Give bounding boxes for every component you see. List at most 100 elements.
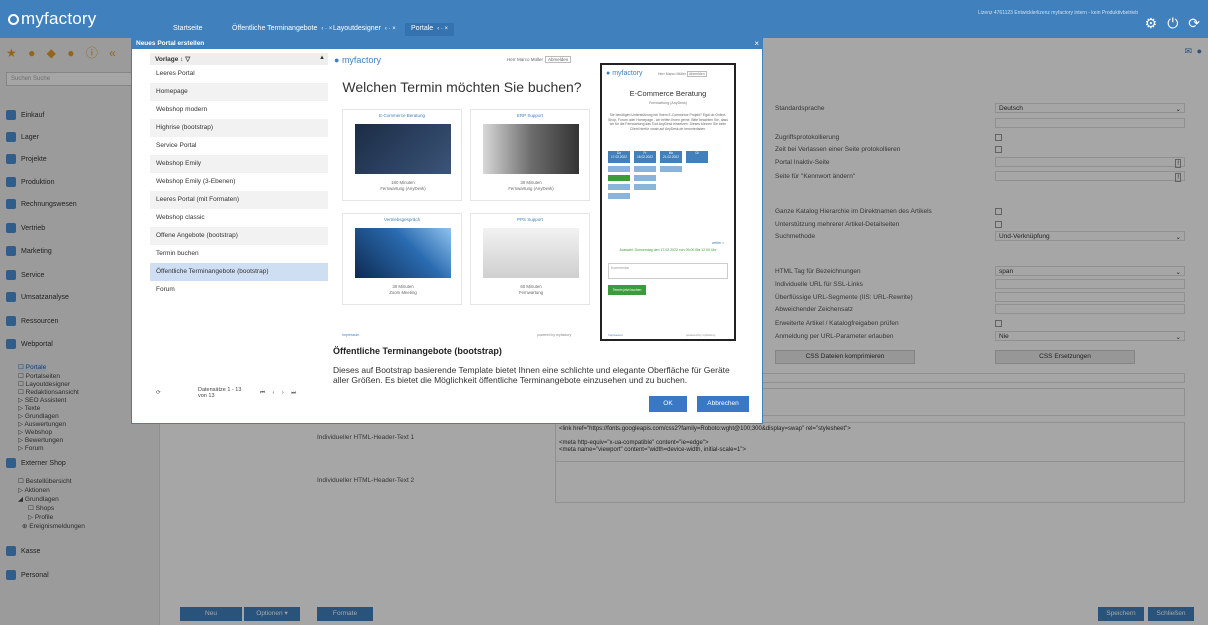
mobile-date: Fr 18.02.2022 [634,151,656,163]
column-header: Vorlage [155,56,179,63]
sort-icon[interactable]: ↕ [180,56,183,63]
new-portal-dialog: Neues Portal erstellen × Vorlage ↕ ▽ ▲ Le… [131,38,763,424]
mobile-title: E-Commerce Beratung [629,89,707,98]
template-row[interactable]: Offene Angebote (bootstrap) [150,227,328,245]
mobile-slot [608,184,630,190]
close-icon[interactable]: × [754,39,759,48]
card-desc: 30 Minuten Fernwartung (AnyDesk) [508,180,554,191]
tab-portale[interactable]: Portale ‹ · × [405,23,455,36]
preview-heading: Welchen Termin möchten Sie buchen? [342,79,582,95]
template-row[interactable]: Webshop modern [150,101,328,119]
tab-controls-icon[interactable]: ‹ · × [437,26,448,32]
card-image [355,124,451,174]
preview-footer-powered: powered by myfactory [537,333,572,337]
preview-logo: ● myfactory [334,55,381,65]
preview-logout: Abmelden [545,56,572,63]
dialog-title: Neues Portal erstellen [132,39,762,49]
tab-label: Portale [411,25,434,32]
mobile-footer-powered: powered by myfactory [686,333,716,337]
mobile-logout: Abmelden [687,71,707,77]
preview-card: ERP Support 30 Minuten Fernwartung (AnyD… [470,109,590,201]
mobile-comment: Kommentar [608,263,728,279]
power-icon[interactable]: ⏻ [1167,15,1178,31]
card-title: Vertriebsgespräch [383,217,421,222]
template-list-header[interactable]: Vorlage ↕ ▽ ▲ [150,53,328,65]
template-row[interactable]: Homepage [150,83,328,101]
card-image [355,228,451,278]
mobile-slot [634,184,656,190]
mobile-subtitle: Fernwartung (AnyDesk) [649,101,687,105]
card-title: E-Commerce Beratung [378,113,426,118]
tab-label: Startseite [173,25,203,32]
mobile-more-link: weiter > [712,241,725,245]
card-title: ERP Support [516,113,544,118]
template-description-title: Öffentliche Terminangebote (bootstrap) [333,346,502,356]
mobile-slot [660,166,682,172]
cancel-button[interactable]: Abbrechen [697,396,749,412]
mobile-text: Sie benötigen Unterstützung bei Ihrem E-… [608,113,728,131]
template-row[interactable]: Service Portal [150,137,328,155]
preview-mobile-frame: ● myfactory Herr Marco Müller Abmelden E… [600,63,736,341]
preview-card: PPS Support 60 Minuten Fernwartung [470,213,590,305]
template-row[interactable]: Webshop Emily (3-Ebenen) [150,173,328,191]
card-image [483,228,579,278]
template-row[interactable]: Webshop classic [150,209,328,227]
mobile-slot [608,166,630,172]
refresh-icon[interactable]: ⟳ [156,390,161,396]
mobile-book-button: Termin jetzt buchen [608,285,646,295]
list-pager: ⟳ Datensätze 1 - 13 von 13 ⏮ ‹ › ⏭ [150,385,328,405]
card-title: PPS Support [516,217,543,222]
tab-label: Layoutdesigner [333,25,381,32]
template-row[interactable]: Termin buchen [150,245,328,263]
tab-terminangebote[interactable]: Öffentliche Terminangebote ‹ · × [226,23,338,36]
scroll-up-icon[interactable]: ▲ [319,55,325,61]
preview-card: E-Commerce Beratung 180 Minuten Fernwart… [342,109,462,201]
mobile-date: Di [686,151,708,163]
card-desc: 30 Minuten Zoom Meeting [389,284,417,295]
mobile-logo-text: myfactory [612,70,643,77]
pager-nav-icon[interactable]: ⏮ ‹ › ⏭ [260,390,299,397]
logout-icon[interactable]: ⟳ [1188,15,1200,31]
top-icons: ⚙ ⏻ ⟳ [1135,15,1200,32]
mobile-slot-selected [608,175,630,181]
mobile-slot [634,175,656,181]
preview-card: Vertriebsgespräch 30 Minuten Zoom Meetin… [342,213,462,305]
pager-text: Datensätze 1 - 13 von 13 [198,387,242,399]
app-logo: myfactory [8,9,96,29]
mobile-user: Herr Marco Müller Abmelden [658,71,707,77]
mobile-footer-link: Impressum [608,333,623,337]
top-bar: myfactory Startseite Öffentliche Termina… [0,0,1208,38]
template-row[interactable]: Öffentliche Terminangebote (bootstrap) [150,263,328,281]
mobile-slot [608,193,630,199]
template-row[interactable]: Leeres Portal (mit Formaten) [150,191,328,209]
template-row[interactable]: Highrise (bootstrap) [150,119,328,137]
card-desc: 60 Minuten Fernwartung [518,284,544,295]
template-list: Vorlage ↕ ▽ ▲ Leeres Portal Homepage Websho… [150,53,328,393]
template-row[interactable]: Webshop Emily [150,155,328,173]
tab-layoutdesigner[interactable]: Layoutdesigner ‹ · × [327,23,402,36]
template-preview: ● myfactory Herr Marco Müller Abmelden We… [332,51,752,341]
card-desc: 180 Minuten Fernwartung (AnyDesk) [380,180,426,191]
template-row[interactable]: Leeres Portal [150,65,328,83]
card-image [483,124,579,174]
tab-controls-icon[interactable]: ‹ · × [385,26,396,32]
license-info: Lizenz 4761123 Entwicklerlizenz myfactor… [978,10,1138,16]
ok-button[interactable]: OK [649,396,687,412]
tab-startseite[interactable]: Startseite [167,23,209,36]
gear-icon[interactable]: ⚙ [1145,15,1158,31]
mobile-selection: Auswahl: Donnerstag den 17.02.2022 von 0… [619,248,717,252]
mobile-user-name: Herr Marco Müller [658,72,687,76]
preview-footer-link: Impressum [342,333,360,337]
template-row[interactable]: Forum [150,281,328,299]
logo-circle-icon [8,14,19,25]
preview-user-name: Herr Marco Müller [507,57,544,62]
tab-label: Öffentliche Terminangebote [232,25,318,32]
preview-user: Herr Marco Müller Abmelden [507,56,572,63]
mobile-logo: ● myfactory [606,70,643,77]
logo-text: myfactory [21,9,97,28]
template-description-text: Dieses auf Bootstrap basierende Template… [333,365,730,385]
mobile-slot [634,166,656,172]
mobile-date: Mo 21.02.2022 [660,151,682,163]
preview-logo-text: myfactory [341,55,381,65]
filter-icon[interactable]: ▽ [185,56,190,63]
